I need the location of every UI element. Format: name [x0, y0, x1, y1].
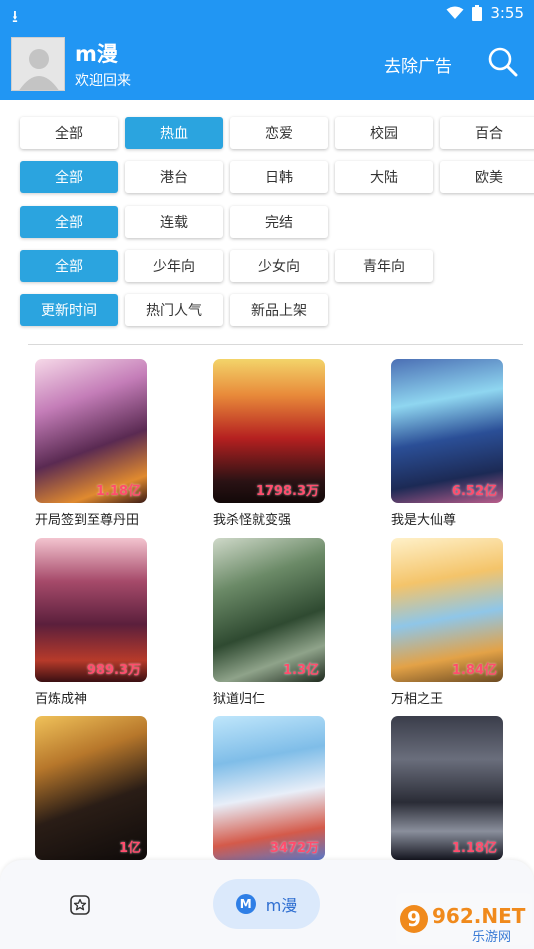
status-time: 3:55 [490, 4, 524, 22]
battery-icon [472, 5, 483, 21]
app-title: m漫 [75, 42, 118, 66]
comic-cover: 3472万 [213, 716, 325, 860]
comic-cover: 1.18亿 [35, 359, 147, 503]
view-count: 989.3万 [86, 663, 141, 678]
comic-card[interactable]: 1.18亿 开局签到至尊丹田 [35, 359, 147, 528]
status-chip-completed[interactable]: 完结 [230, 206, 328, 238]
divider [28, 344, 523, 345]
user-avatar-icon [19, 49, 59, 90]
sort-chip-popular[interactable]: 热门人气 [125, 294, 223, 326]
welcome-text: 欢迎回来 [75, 73, 131, 89]
view-count: 3472万 [269, 841, 319, 856]
star-icon [70, 895, 90, 915]
status-chip-ongoing[interactable]: 连载 [125, 206, 223, 238]
view-count: 1.18亿 [95, 484, 141, 499]
genre-chip-yuri[interactable]: 百合 [440, 117, 534, 149]
comic-title: 万相之王 [391, 692, 444, 707]
status-filter-row: 全部 连载 完结 [20, 206, 328, 238]
comic-card[interactable]: 6.52亿 我是大仙尊 [391, 359, 503, 528]
comic-card[interactable]: 989.3万 百炼成神 [35, 538, 147, 707]
region-chip-western[interactable]: 欧美 [440, 161, 534, 193]
view-count: 6.52亿 [451, 484, 497, 499]
comic-title: 百炼成神 [35, 692, 88, 707]
nav-m-manga[interactable]: M m漫 [213, 879, 320, 929]
comic-cover: 1.18亿 [391, 716, 503, 860]
status-icons: 3:55 [446, 4, 524, 22]
comic-cover: 1798.3万 [213, 359, 325, 503]
comic-card[interactable]: 1.18亿 [391, 716, 503, 860]
app-header: m漫 欢迎回来 去除广告 [0, 28, 534, 100]
view-count: 1.18亿 [451, 841, 497, 856]
comic-card[interactable]: 1亿 [35, 716, 147, 860]
region-chip-jp-kr[interactable]: 日韩 [230, 161, 328, 193]
audience-chip-seinen[interactable]: 青年向 [335, 250, 433, 282]
watermark-sub: 乐游网 [472, 930, 511, 945]
search-icon [488, 47, 518, 77]
sort-chip-updated[interactable]: 更新时间 [20, 294, 118, 326]
comic-card[interactable]: 1.84亿 万相之王 [391, 538, 503, 707]
comic-title: 开局签到至尊丹田 [35, 513, 140, 528]
watermark-logo: 9 962.NET 乐游网 [396, 893, 532, 945]
comic-card[interactable]: 1.3亿 狱道归仁 [213, 538, 325, 707]
region-chip-mainland[interactable]: 大陆 [335, 161, 433, 193]
sort-chip-new[interactable]: 新品上架 [230, 294, 328, 326]
view-count: 1798.3万 [255, 484, 319, 499]
search-button[interactable] [487, 46, 519, 82]
genre-chip-romance[interactable]: 恋爱 [230, 117, 328, 149]
genre-filter-row: 全部 热血 恋爱 校园 百合 [20, 117, 534, 149]
svg-text:9: 9 [407, 907, 421, 931]
comic-card[interactable]: 3472万 [213, 716, 325, 860]
m-logo-icon: M [235, 894, 256, 914]
comic-title: 我杀怪就变强 [213, 513, 292, 528]
nav-favorites[interactable] [70, 895, 90, 919]
genre-chip-campus[interactable]: 校园 [335, 117, 433, 149]
view-count: 1.3亿 [282, 663, 319, 678]
audience-chip-shounen[interactable]: 少年向 [125, 250, 223, 282]
region-filter-row: 全部 港台 日韩 大陆 欧美 [20, 161, 534, 193]
avatar[interactable] [11, 37, 65, 91]
nav-label: m漫 [265, 896, 298, 915]
region-chip-all[interactable]: 全部 [20, 161, 118, 193]
comic-title: 狱道归仁 [213, 692, 266, 707]
remove-ads-button[interactable]: 去除广告 [384, 52, 452, 77]
watermark-text: 962.NET [432, 904, 526, 928]
comic-cover: 1.84亿 [391, 538, 503, 682]
status-bar: ⭳ 3:55 [0, 0, 534, 28]
comic-card[interactable]: 1798.3万 我杀怪就变强 [213, 359, 325, 528]
sort-filter-row: 更新时间 热门人气 新品上架 [20, 294, 328, 326]
comic-cover: 6.52亿 [391, 359, 503, 503]
genre-chip-hot-blood[interactable]: 热血 [125, 117, 223, 149]
view-count: 1亿 [118, 841, 141, 856]
genre-chip-all[interactable]: 全部 [20, 117, 118, 149]
wifi-icon [446, 6, 464, 19]
audience-chip-shoujo[interactable]: 少女向 [230, 250, 328, 282]
audience-filter-row: 全部 少年向 少女向 青年向 [20, 250, 433, 282]
comic-cover: 1.3亿 [213, 538, 325, 682]
comic-title: 我是大仙尊 [391, 513, 457, 528]
view-count: 1.84亿 [451, 663, 497, 678]
comic-cover: 1亿 [35, 716, 147, 860]
comic-cover: 989.3万 [35, 538, 147, 682]
status-chip-all[interactable]: 全部 [20, 206, 118, 238]
audience-chip-all[interactable]: 全部 [20, 250, 118, 282]
region-chip-hk-tw[interactable]: 港台 [125, 161, 223, 193]
